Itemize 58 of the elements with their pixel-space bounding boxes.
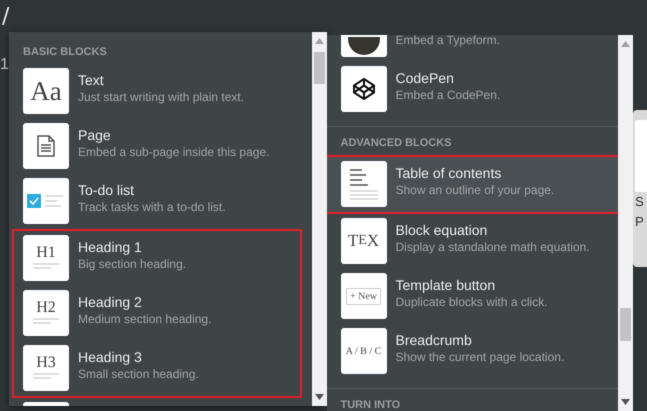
block-option[interactable]: Table of contents Show an outline of your page. xyxy=(326,157,618,212)
scroll-down-icon[interactable] xyxy=(314,394,324,400)
block-option[interactable]: + New Template button Duplicate blocks with a click. xyxy=(326,269,618,324)
block-option[interactable]: Aa Text Just start writing with plain text. xyxy=(9,64,312,119)
block-description: Medium section heading. xyxy=(78,311,212,327)
block-description: Embed a sub-page inside this page. xyxy=(78,144,270,160)
scroll-up-icon[interactable] xyxy=(314,38,324,44)
outline-icon xyxy=(340,161,386,207)
block-title: Table of contents xyxy=(396,164,502,182)
card-text: P xyxy=(635,213,645,231)
block-title: Block equation xyxy=(396,221,488,239)
block-title: Breadcrumb xyxy=(396,331,473,349)
card-preview xyxy=(635,120,647,192)
block-title: To-do list xyxy=(78,181,136,199)
cube-icon xyxy=(340,66,386,112)
block-description: Display a standalone math equation. xyxy=(396,239,590,255)
heading-icon: H2 xyxy=(23,290,69,336)
card-text: S xyxy=(635,193,645,211)
block-option[interactable]: CodePen Embed a CodePen. xyxy=(326,62,618,117)
section-heading: BASIC BLOCKS xyxy=(22,45,108,60)
new-button-icon: + New xyxy=(340,273,386,319)
block-title: Heading 2 xyxy=(78,293,143,311)
checkbox-list-icon xyxy=(23,178,69,224)
section-heading: TURN INTO xyxy=(340,398,402,411)
block-title: CodePen xyxy=(396,69,455,87)
block-option[interactable]: H3 Heading 3 Small section heading. xyxy=(14,341,300,396)
heading-icon: H1 xyxy=(23,235,69,281)
block-description: Small section heading. xyxy=(78,366,199,382)
block-title: Template button xyxy=(396,276,496,294)
block-option[interactable]: A / B / C Breadcrumb Show the current page location. xyxy=(326,324,618,379)
block-title: Heading 1 xyxy=(78,238,143,256)
block-option[interactable]: To-do list Track tasks with a to-do list. xyxy=(9,174,312,229)
block-description: Duplicate blocks with a click. xyxy=(396,294,548,310)
block-description: Just start writing with plain text. xyxy=(78,89,244,105)
scroll-down-icon[interactable] xyxy=(621,399,630,405)
editor-text: 1 xyxy=(0,56,9,74)
scrollbar-thumb[interactable] xyxy=(314,52,324,84)
block-option[interactable]: Embed a Typeform. xyxy=(326,35,618,62)
section-heading: ADVANCED BLOCKS xyxy=(340,136,453,151)
heading-icon: H3 xyxy=(23,345,69,391)
block-description: Show an outline of your page. xyxy=(396,182,554,198)
block-title: Heading 3 xyxy=(78,348,143,366)
block-description: Big section heading. xyxy=(78,256,186,272)
block-title: Page xyxy=(78,126,112,144)
block-description: Embed a Typeform. xyxy=(396,35,500,48)
slash-command-text: / xyxy=(2,4,10,28)
block-description: Show the current page location. xyxy=(396,349,564,365)
block-title: Text xyxy=(78,71,105,89)
block-description: Track tasks with a to-do list. xyxy=(78,199,226,215)
scrollbar-thumb[interactable] xyxy=(620,308,632,341)
block-option[interactable]: H2 Heading 2 Medium section heading. xyxy=(14,286,300,341)
scroll-up-icon[interactable] xyxy=(621,41,630,47)
block-option[interactable]: Page Embed a sub-page inside this page. xyxy=(9,119,312,174)
block-option[interactable]: H1 Heading 1 Big section heading. xyxy=(14,231,300,286)
document-icon xyxy=(23,123,69,169)
block-description: Embed a CodePen. xyxy=(396,87,500,103)
breadcrumb-icon: A / B / C xyxy=(340,328,386,374)
text-icon: Aa xyxy=(23,68,69,114)
